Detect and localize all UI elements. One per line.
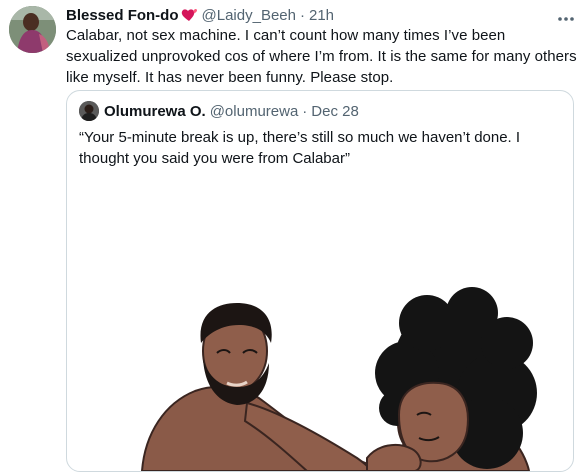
- quoted-author-avatar: [79, 101, 99, 121]
- quoted-separator-dot: ·: [302, 102, 308, 120]
- tweet-header: Blessed Fon-do @Laidy_Beeh · 21h: [66, 4, 575, 26]
- quoted-author-name: Olumurewa O.: [104, 102, 206, 120]
- quoted-author-handle: @olumurewa: [209, 102, 299, 120]
- author-handle[interactable]: @Laidy_Beeh: [202, 7, 296, 24]
- quoted-tweet-card[interactable]: Olumurewa O. @olumurewa · Dec 28 “Your 5…: [66, 90, 574, 472]
- more-options-icon[interactable]: [557, 10, 575, 21]
- quoted-tweet-text: “Your 5-minute break is up, there’s stil…: [79, 129, 521, 167]
- quoted-tweet-date: Dec 28: [311, 102, 359, 120]
- author-avatar[interactable]: [9, 6, 56, 53]
- tweet-timestamp[interactable]: 21h: [309, 7, 334, 24]
- tweet-text: Calabar, not sex machine. I can’t count …: [66, 27, 577, 86]
- separator-dot: ·: [299, 6, 305, 24]
- quoted-tweet-header: Olumurewa O. @olumurewa · Dec 28: [79, 100, 565, 122]
- heart-emoji-icon: [180, 7, 198, 23]
- quoted-tweet-illustration: [67, 183, 573, 471]
- author-name[interactable]: Blessed Fon-do: [66, 7, 179, 24]
